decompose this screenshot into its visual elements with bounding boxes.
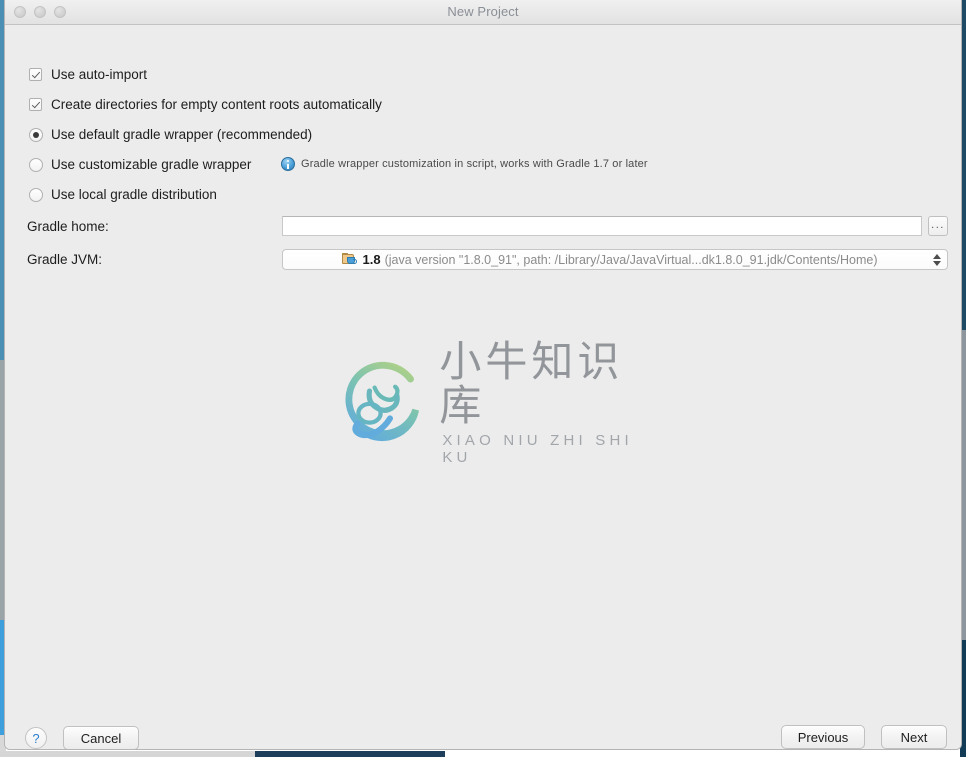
watermark-cn-text: 小牛知识库 [439,336,624,430]
jdk-folder-icon [342,253,358,266]
radio-dot-local-gradle-distribution[interactable] [29,187,43,202]
radio-customizable-gradle-wrapper[interactable]: Use customizable gradle wrapper [29,157,251,172]
background-bottom-strip-dark [255,751,445,757]
dialog-titlebar: New Project [5,0,961,25]
previous-button[interactable]: Previous [781,725,865,749]
radio-dot-customizable-gradle-wrapper[interactable] [29,157,43,172]
checkbox-box-auto-import[interactable] [29,68,42,81]
checkbox-create-directories[interactable]: Create directories for empty content roo… [29,97,382,112]
gradle-home-label: Gradle home: [27,219,109,234]
checkbox-use-auto-import[interactable]: Use auto-import [29,67,147,82]
gradle-jvm-label: Gradle JVM: [27,252,103,267]
watermark-en-text: XIAO NIU ZHI SHI KU [442,432,633,467]
window-title: New Project [447,4,519,19]
help-button[interactable]: ? [25,727,47,749]
background-bottom-strip-light [0,751,255,757]
dialog-footer: ? Cancel Previous Next [5,717,961,749]
gradle-jvm-description: (java version "1.8.0_91", path: /Library… [384,252,878,267]
radio-label-default-gradle-wrapper: Use default gradle wrapper (recommended) [51,127,313,142]
dialog-content: Use auto-import Create directories for e… [5,25,961,717]
gradle-home-input[interactable] [282,216,922,236]
checkbox-box-create-directories[interactable] [29,98,42,111]
screen: New Project Use auto-import Create direc… [0,0,966,757]
gradle-wrapper-hint: Gradle wrapper customization in script, … [281,157,648,171]
bull-circle-logo [345,361,420,442]
checkbox-label-auto-import: Use auto-import [51,67,148,82]
up-down-stepper-icon[interactable] [931,253,943,266]
checkbox-label-create-directories: Create directories for empty content roo… [51,97,382,112]
radio-default-gradle-wrapper[interactable]: Use default gradle wrapper (recommended) [29,127,312,142]
info-icon [281,157,295,171]
watermark: 小牛知识库 XIAO NIU ZHI SHI KU [337,339,637,466]
gradle-wrapper-hint-text: Gradle wrapper customization in script, … [301,158,648,170]
cancel-button[interactable]: Cancel [63,726,139,749]
gradle-jvm-combobox-value: 1.8 (java version "1.8.0_91", path: /Lib… [289,252,931,267]
gradle-jvm-combobox[interactable]: 1.8 (java version "1.8.0_91", path: /Lib… [282,249,948,270]
new-project-dialog: New Project Use auto-import Create direc… [4,0,962,750]
gradle-jvm-version: 1.8 [362,252,381,267]
radio-label-customizable-gradle-wrapper: Use customizable gradle wrapper [51,157,252,172]
next-button[interactable]: Next [881,725,947,749]
radio-label-local-gradle-distribution: Use local gradle distribution [51,187,217,202]
radio-local-gradle-distribution[interactable]: Use local gradle distribution [29,187,217,202]
watermark-text: 小牛知识库 XIAO NIU ZHI SHI KU [439,336,637,467]
radio-dot-default-gradle-wrapper[interactable] [29,127,43,142]
gradle-home-browse-button[interactable]: ... [928,216,948,236]
